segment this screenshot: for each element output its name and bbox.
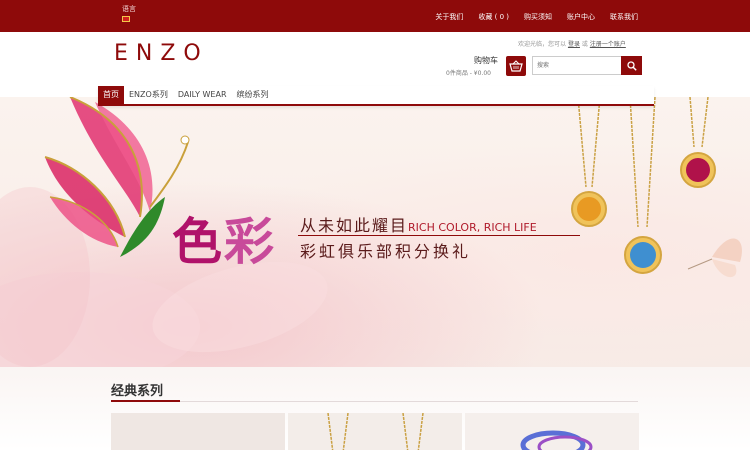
small-butterfly-image <box>687 238 742 278</box>
product-card[interactable] <box>288 413 462 450</box>
red-pendant-image <box>680 97 716 188</box>
blue-pendant-image <box>624 97 662 274</box>
login-link[interactable]: 登录 <box>568 41 580 48</box>
search-button[interactable] <box>621 56 642 75</box>
top-nav: 关于我们 收藏 ( 0 ) 购买须知 账户中心 联系我们 <box>435 12 638 22</box>
nav-item-daily-wear[interactable]: DAILY WEAR <box>173 86 232 104</box>
register-link[interactable]: 注册一个账户 <box>590 41 626 48</box>
china-flag-icon[interactable] <box>122 16 130 22</box>
banner-tagline-cn: 从未如此耀目 <box>300 216 409 235</box>
cart-title[interactable]: 购物车 <box>474 55 498 66</box>
top-bar: 语言 关于我们 收藏 ( 0 ) 购买须知 账户中心 联系我们 <box>0 0 750 32</box>
welcome-prefix: 欢迎光临，您可以 <box>518 41 567 48</box>
yellow-pendant-image <box>571 97 607 227</box>
search-input[interactable] <box>532 56 622 75</box>
classic-series-section: 经典系列 <box>0 367 750 450</box>
banner-headline-char-2: 彩 <box>224 213 276 271</box>
banner-tagline-en: RICH COLOR, RICH LIFE <box>408 221 537 234</box>
top-nav-favorites[interactable]: 收藏 ( 0 ) <box>478 12 509 22</box>
cart-summary: 0件商品 - ¥0.00 <box>446 70 491 77</box>
product-card[interactable] <box>111 413 285 450</box>
section-title-underline <box>111 400 180 402</box>
nav-item-enzo-series[interactable]: ENZO系列 <box>124 86 173 104</box>
welcome-mid: 或 <box>581 41 588 48</box>
banner-headline-char-1: 色 <box>172 213 224 271</box>
section-divider <box>180 401 638 402</box>
section-title: 经典系列 <box>111 384 164 399</box>
top-nav-contact[interactable]: 联系我们 <box>610 12 638 22</box>
header: ENZO 欢迎光临，您可以 登录 或 注册一个账户 购物车 0件商品 - ¥0.… <box>0 32 750 87</box>
cart-icon[interactable] <box>506 56 526 76</box>
product-image <box>465 413 639 450</box>
product-card[interactable] <box>465 413 639 450</box>
banner-headline: 色彩 <box>172 202 276 274</box>
product-image <box>288 413 462 450</box>
nav-item-colorful-series[interactable]: 缤纷系列 <box>232 86 274 104</box>
main-nav: 首页 ENZO系列 DAILY WEAR 缤纷系列 <box>98 86 654 106</box>
nav-item-home[interactable]: 首页 <box>98 86 124 104</box>
language-label[interactable]: 语言 <box>122 4 136 14</box>
logo[interactable]: ENZO <box>114 41 209 66</box>
product-image <box>111 413 285 450</box>
top-nav-about[interactable]: 关于我们 <box>435 12 463 22</box>
welcome-text: 欢迎光临，您可以 登录 或 注册一个账户 <box>518 39 626 48</box>
search-icon <box>626 60 637 71</box>
top-nav-account[interactable]: 账户中心 <box>567 12 595 22</box>
banner-divider <box>298 235 580 236</box>
hero-banner[interactable]: 色彩 从未如此耀目RICH COLOR, RICH LIFE 彩虹俱乐部积分换礼 <box>0 97 750 367</box>
banner-subtitle: 彩虹俱乐部积分换礼 <box>300 242 472 261</box>
top-nav-purchase-info[interactable]: 购买须知 <box>524 12 552 22</box>
banner-tagline: 从未如此耀目RICH COLOR, RICH LIFE <box>300 212 537 236</box>
